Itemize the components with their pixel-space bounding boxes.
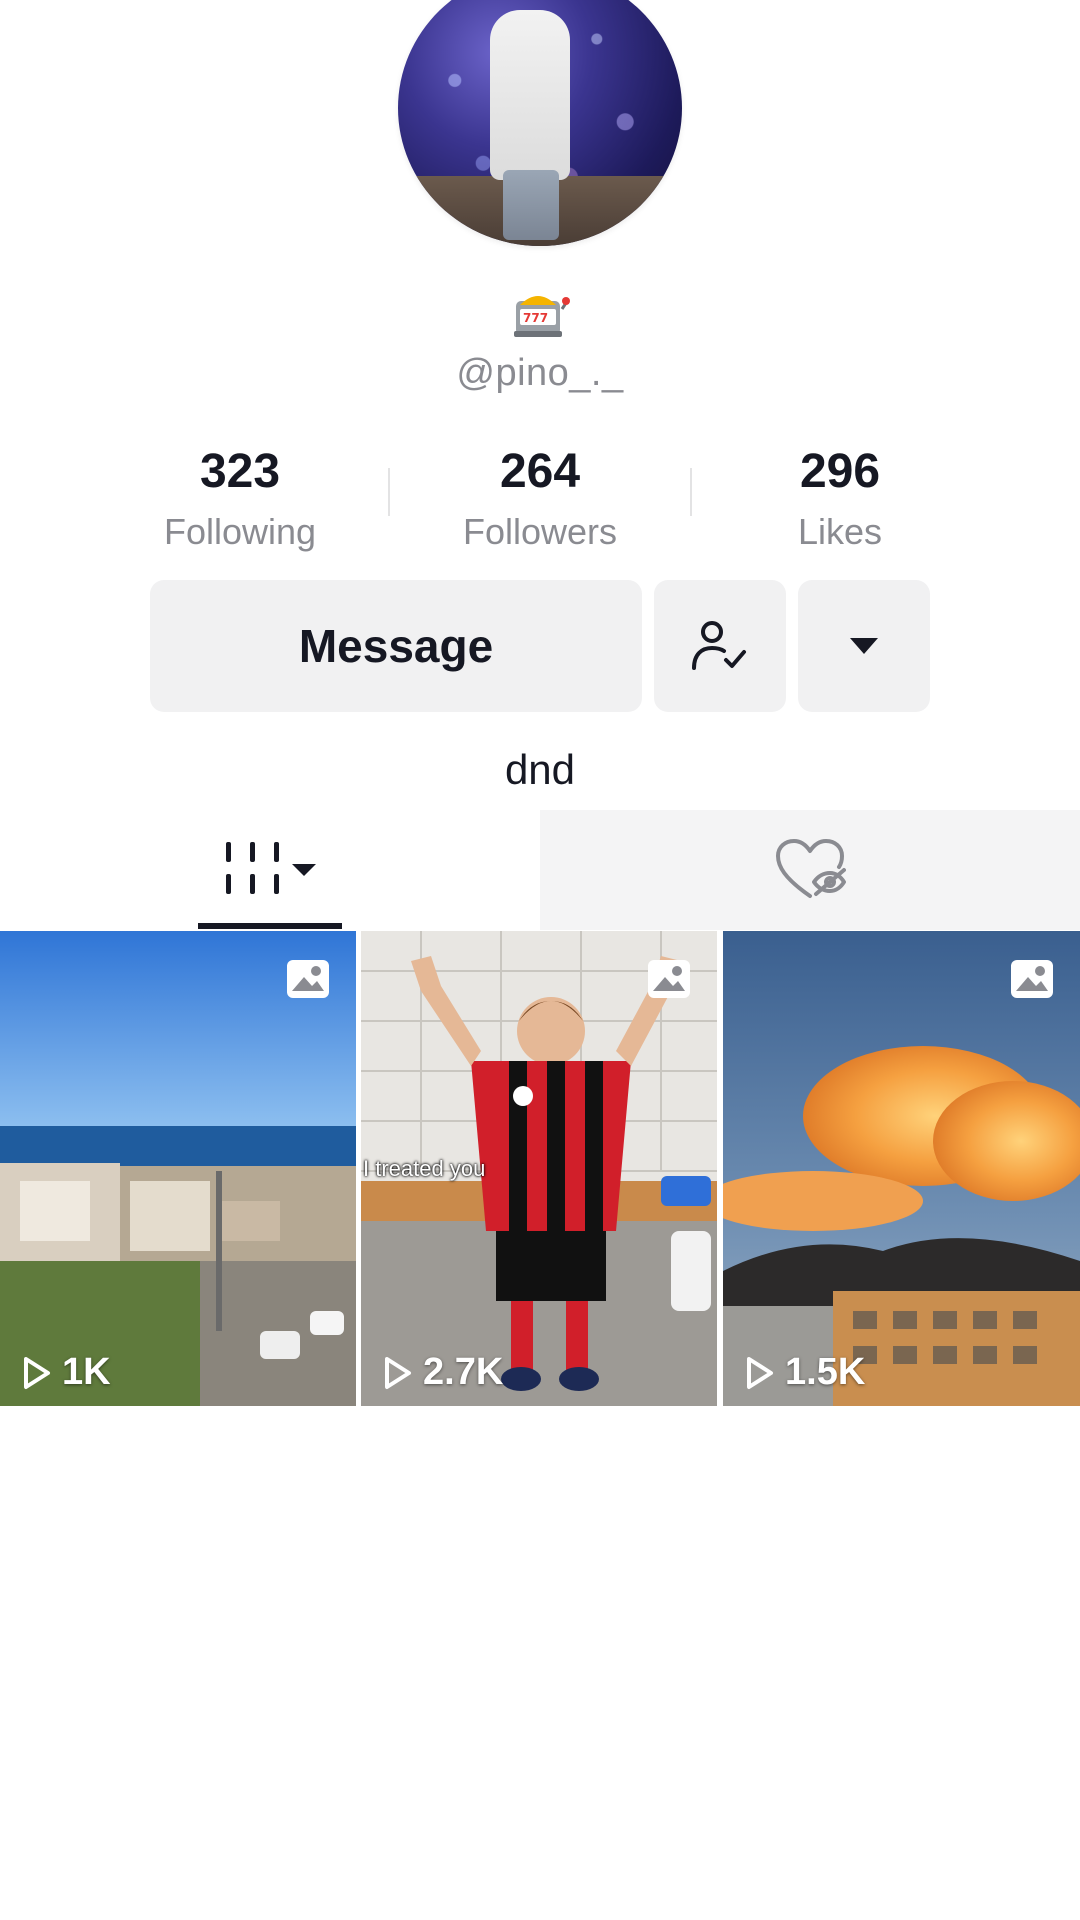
following-status-button[interactable] xyxy=(654,580,786,712)
profile-page: 777 @pino_._ 323 Following 264 Followers… xyxy=(0,0,1080,1920)
view-count-text: 1.5K xyxy=(785,1351,866,1393)
tab-active-indicator xyxy=(198,923,342,929)
photo-icon xyxy=(287,960,329,998)
following-label: Following xyxy=(163,511,317,552)
photo-icon xyxy=(1011,960,1053,998)
tab-videos[interactable] xyxy=(0,810,540,930)
following-count: 323 xyxy=(199,445,281,498)
more-options-button[interactable] xyxy=(798,580,930,712)
likes-label: Likes xyxy=(797,511,883,552)
view-count: 1.5K xyxy=(745,1351,865,1394)
username: @pino_._ xyxy=(456,352,624,394)
followers-count: 264 xyxy=(499,445,581,498)
video-caption-overlay: I treated you xyxy=(363,1156,486,1181)
thumbnail-image xyxy=(0,931,356,1406)
photo-icon xyxy=(648,960,690,998)
stat-divider xyxy=(388,468,390,516)
stat-followers[interactable]: 264 Followers xyxy=(420,448,660,550)
avatar-person xyxy=(490,10,570,180)
view-count: 1K xyxy=(22,1351,111,1394)
tab-liked-videos[interactable] xyxy=(540,810,1080,930)
bio: dnd xyxy=(504,746,576,793)
play-icon xyxy=(24,1356,50,1389)
thumbnail-image xyxy=(723,931,1080,1406)
message-button[interactable]: Message xyxy=(150,580,642,712)
video-thumbnail[interactable]: 1K xyxy=(0,931,356,1406)
avatar-person-legs xyxy=(503,170,559,240)
video-thumbnail[interactable]: 1.5K xyxy=(723,931,1080,1406)
heart-hidden-icon xyxy=(776,839,846,898)
stat-likes[interactable]: 296 Likes xyxy=(720,448,960,550)
person-check-icon xyxy=(692,621,746,670)
stat-following[interactable]: 323 Following xyxy=(120,448,360,550)
caret-down-icon xyxy=(850,638,878,654)
profile-tabs xyxy=(0,810,1080,930)
svg-text:777: 777 xyxy=(523,311,548,325)
view-count-text: 1K xyxy=(62,1351,111,1393)
grid-sort-icon xyxy=(226,842,316,894)
video-thumbnail[interactable]: I treated you 2.7K xyxy=(361,931,717,1406)
view-count-text: 2.7K xyxy=(423,1351,504,1393)
followers-label: Followers xyxy=(462,511,618,552)
view-count: 2.7K xyxy=(383,1351,503,1394)
play-icon xyxy=(385,1356,411,1389)
stat-divider xyxy=(690,468,692,516)
video-grid: 1K I treated you 2.7K 1.5K xyxy=(0,931,1080,1406)
likes-count: 296 xyxy=(799,445,881,498)
avatar[interactable] xyxy=(398,0,682,246)
slot-machine-emoji: 777 xyxy=(510,287,570,341)
play-icon xyxy=(747,1356,773,1389)
